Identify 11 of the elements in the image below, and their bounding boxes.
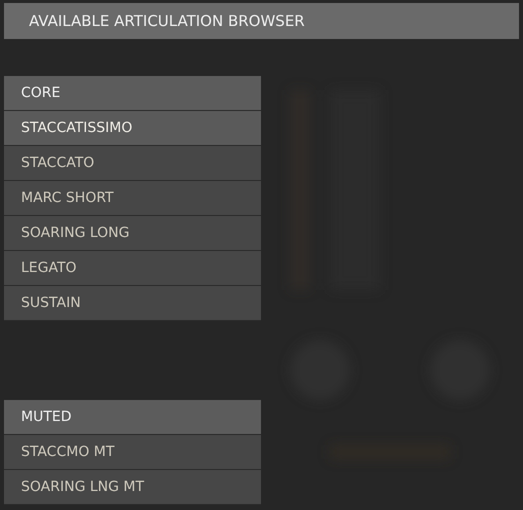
articulation-item[interactable]: MARC SHORT bbox=[4, 181, 261, 216]
window-title: AVAILABLE ARTICULATION BROWSER bbox=[4, 3, 519, 39]
category-header[interactable]: MUTED bbox=[4, 400, 261, 435]
articulation-item[interactable]: STACCATO bbox=[4, 146, 261, 181]
articulation-item[interactable]: SOARING LONG bbox=[4, 216, 261, 251]
articulation-item[interactable]: STACCATISSIMO bbox=[4, 111, 261, 146]
articulation-item[interactable]: SUSTAIN bbox=[4, 286, 261, 321]
articulation-item[interactable]: LEGATO bbox=[4, 251, 261, 286]
articulation-item[interactable]: STACCMO MT bbox=[4, 435, 261, 470]
category-header[interactable]: CORE bbox=[4, 76, 261, 111]
articulation-item[interactable]: SOARING LNG MT bbox=[4, 470, 261, 505]
